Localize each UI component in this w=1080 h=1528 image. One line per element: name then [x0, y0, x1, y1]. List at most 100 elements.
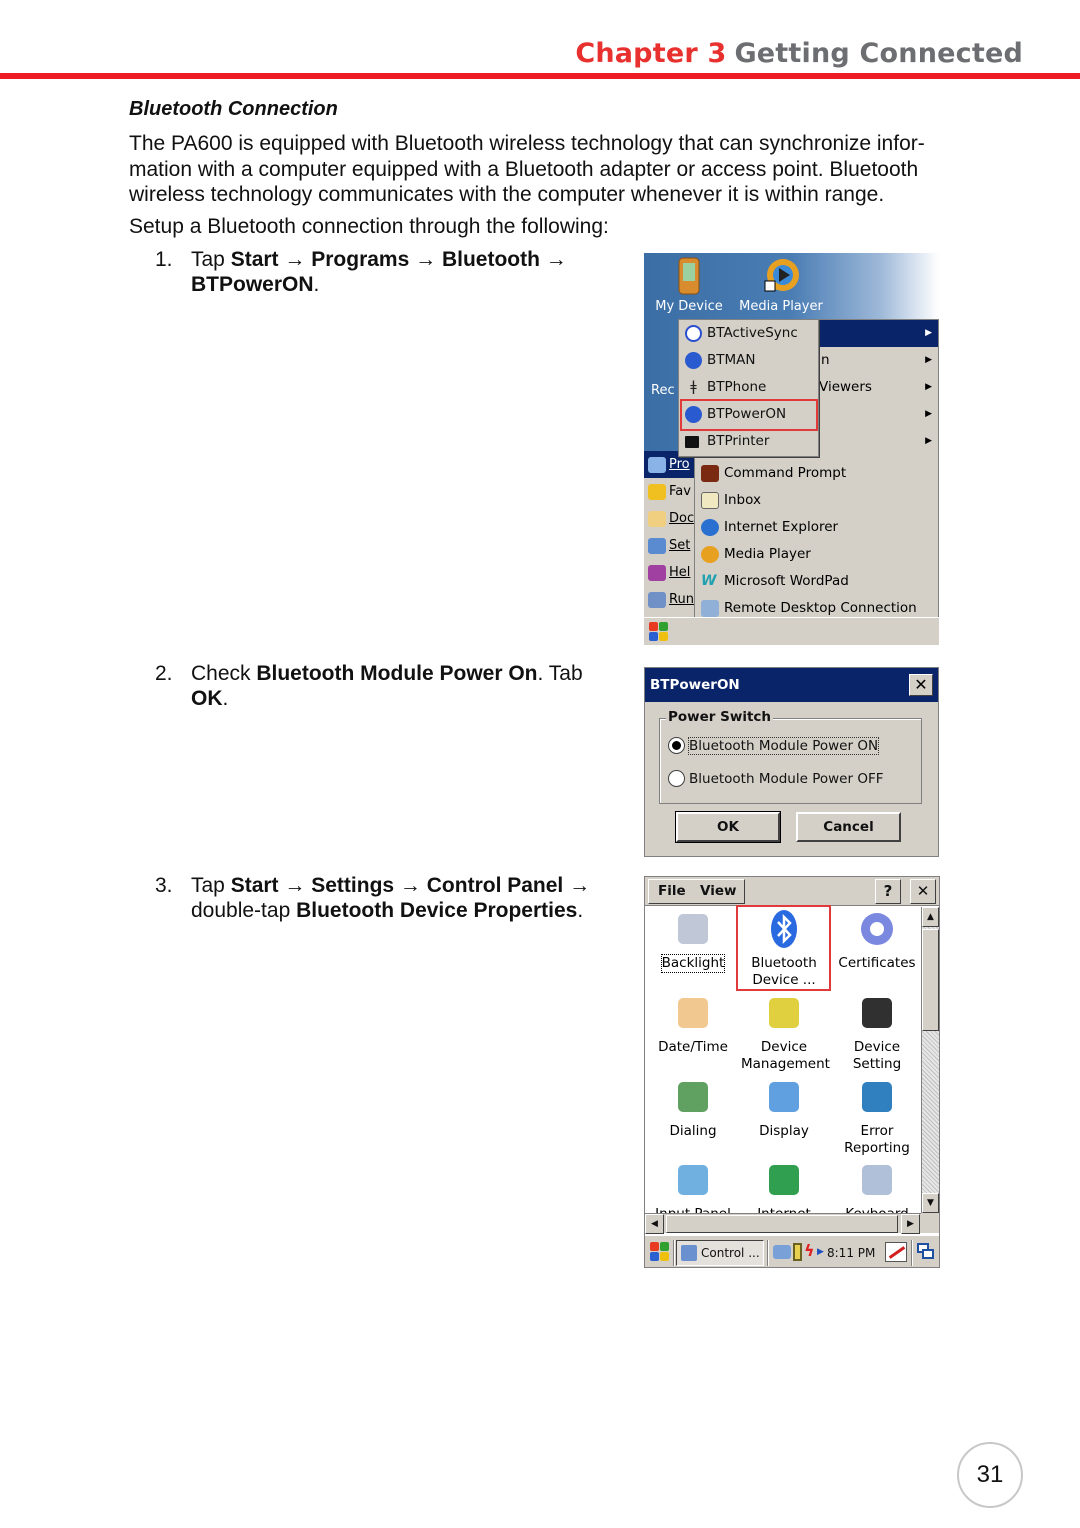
step-text-part: Tap: [191, 874, 231, 897]
help-button[interactable]: ?: [875, 879, 901, 904]
chapter-number: Chapter 3: [575, 38, 727, 69]
start-item-favorites[interactable]: Fav: [648, 478, 696, 505]
power-switch-group: Power Switch Bluetooth Module Power ON B…: [659, 709, 922, 804]
control-panel-item-date-time[interactable]: Date/Time: [647, 993, 739, 1056]
submenu-arrow-icon: ▶: [925, 328, 932, 338]
step-text-part: . Tab: [537, 662, 583, 685]
step-number: 3.: [155, 874, 173, 897]
scroll-thumb[interactable]: [666, 1215, 898, 1233]
step-text: Tap Start → Programs → Bluetooth → BTPow…: [191, 247, 621, 297]
section-title: Bluetooth Connection: [129, 98, 338, 120]
control-panel-item-device-setting[interactable]: Device Setting: [831, 993, 923, 1073]
start-button-icon[interactable]: [650, 1242, 670, 1262]
step-text: Check Bluetooth Module Power On. Tab OK.: [191, 661, 591, 711]
command-prompt-icon: [701, 465, 719, 482]
chapter-title: Getting Connected: [734, 38, 1023, 69]
control-panel-item-error-reporting[interactable]: Error Reporting: [831, 1077, 923, 1157]
step-number: 1.: [155, 248, 173, 271]
submenu-arrow-icon: ▶: [925, 355, 932, 365]
error-reporting-icon: [857, 1077, 897, 1117]
scroll-down-icon[interactable]: ▼: [922, 1193, 939, 1213]
expand-tray-icon[interactable]: ▶: [817, 1247, 824, 1257]
control-panel-item-backlight[interactable]: Backlight: [647, 909, 739, 973]
keyboard-icon: [857, 1160, 897, 1200]
program-media-player[interactable]: Media Player: [695, 541, 938, 568]
step-2: 2. Check Bluetooth Module Power On. Tab …: [155, 661, 591, 711]
battery-icon[interactable]: [793, 1243, 802, 1261]
step-text: Tap Start → Settings → Control Panel → d…: [191, 873, 631, 923]
input-panel-icon[interactable]: [885, 1242, 907, 1262]
step-text-part: →: [539, 248, 567, 271]
control-panel-item-certificates[interactable]: Certificates: [831, 909, 923, 972]
step-keyword: Bluetooth Device Properties: [296, 899, 578, 922]
radio-label: Bluetooth Module Power ON: [687, 737, 880, 755]
step-keyword: Programs: [311, 248, 410, 271]
scroll-left-icon[interactable]: ◀: [645, 1214, 664, 1234]
step-text-part: →: [278, 248, 312, 271]
scroll-up-icon[interactable]: ▲: [922, 907, 939, 927]
radio-power-on[interactable]: Bluetooth Module Power ON: [668, 735, 880, 757]
bt-item-activesync[interactable]: BTActiveSync: [679, 320, 818, 347]
show-desktop-icon[interactable]: [917, 1243, 935, 1261]
control-panel-item-dialing[interactable]: Dialing: [647, 1077, 739, 1140]
bt-item-btphone[interactable]: ǂ BTPhone: [679, 374, 818, 401]
device-management-icon: [764, 993, 804, 1033]
cancel-button[interactable]: Cancel: [796, 812, 901, 842]
start-item-run[interactable]: Run: [648, 586, 696, 613]
control-panel-item-device-management[interactable]: Device Management: [738, 993, 830, 1073]
desktop-icon-recycle-bin[interactable]: Rec: [651, 383, 675, 398]
desktop-icon-label: My Device: [655, 299, 723, 314]
start-item-settings[interactable]: Set: [648, 532, 696, 559]
highlight-box: [680, 399, 818, 431]
menu-bar: File View ? ✕: [645, 877, 939, 906]
bt-item-btprinter[interactable]: BTPrinter: [679, 428, 818, 455]
control-panel-item-label: Display: [759, 1123, 809, 1139]
start-button-icon[interactable]: [649, 622, 669, 642]
input-panel-icon: [673, 1160, 713, 1200]
favorites-icon: [648, 483, 666, 500]
radio-button-checked[interactable]: [668, 736, 685, 754]
start-menu: Pro Fav Doc Set Hel Run: [644, 451, 696, 617]
program-internet-explorer[interactable]: Internet Explorer: [695, 514, 938, 541]
step-text-part: →: [394, 874, 427, 897]
clock[interactable]: 8:11 PM: [827, 1236, 875, 1267]
step-number: 2.: [155, 662, 173, 685]
program-command-prompt[interactable]: Command Prompt: [695, 460, 938, 487]
taskbar-app-button[interactable]: Control ...: [676, 1240, 764, 1266]
menu-file[interactable]: File: [658, 880, 686, 903]
desktop-icon-media-player[interactable]: Media Player: [736, 257, 826, 314]
step-keyword: Bluetooth: [441, 248, 540, 271]
close-button[interactable]: ✕: [910, 879, 936, 904]
horizontal-scrollbar[interactable]: ◀ ▶: [645, 1213, 922, 1234]
taskbar: Control ... ϟ ▶ 8:11 PM: [645, 1235, 939, 1267]
ok-button[interactable]: OK: [675, 811, 781, 843]
printer-icon: [685, 436, 699, 448]
control-panel-item-label: Dialing: [669, 1123, 717, 1139]
bluetooth-submenu: BTActiveSync BTMAN ǂ BTPhone BTPowerON BT…: [678, 319, 819, 457]
btpoweron-dialog: BTPowerON ✕ Power Switch Bluetooth Modul…: [644, 667, 939, 857]
control-panel-item-display[interactable]: Display: [738, 1077, 830, 1140]
network-icon[interactable]: [773, 1245, 791, 1259]
menu-view[interactable]: View: [700, 880, 736, 903]
start-item-documents[interactable]: Doc: [648, 505, 696, 532]
dialing-icon: [673, 1077, 713, 1117]
step-keyword: BTPowerON: [191, 273, 314, 296]
vertical-scrollbar[interactable]: ▲ ▼: [921, 907, 939, 1213]
desktop-icon-my-device[interactable]: My Device: [652, 257, 726, 314]
certificates-icon: [857, 909, 897, 949]
close-button[interactable]: ✕: [909, 674, 933, 696]
radio-button[interactable]: [668, 769, 685, 787]
bt-item-btman[interactable]: BTMAN: [679, 347, 818, 374]
taskbar-app-label: Control ...: [701, 1246, 760, 1260]
control-panel-item-label: Device Management: [741, 1039, 830, 1072]
highlight-box: [736, 905, 831, 991]
program-wordpad[interactable]: W Microsoft WordPad: [695, 568, 938, 595]
scroll-right-icon[interactable]: ▶: [901, 1214, 920, 1234]
radio-power-off[interactable]: Bluetooth Module Power OFF: [668, 768, 883, 790]
start-item-help[interactable]: Hel: [648, 559, 696, 586]
desktop-icon-label: Rec: [651, 383, 675, 398]
step-text-part: →: [278, 874, 312, 897]
program-inbox[interactable]: Inbox: [695, 487, 938, 514]
scroll-thumb[interactable]: [922, 929, 939, 1031]
programs-icon: [648, 456, 666, 473]
